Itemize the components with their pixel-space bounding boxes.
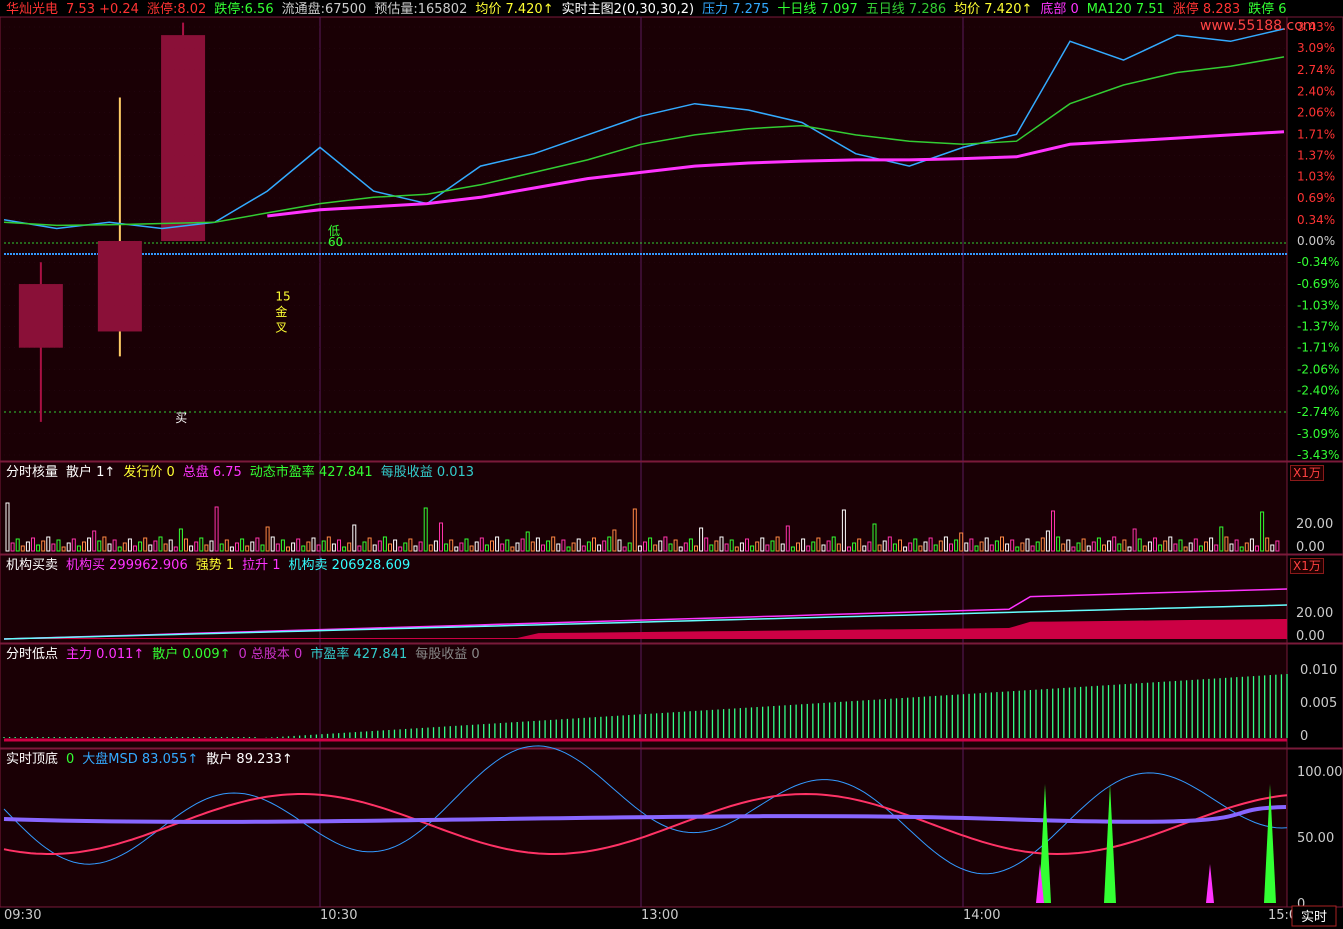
panel-4-header: 实时顶底 0 大盘MSD 83.055↑ 散户 89.233↑: [6, 751, 301, 769]
main-y-tick: -0.69%: [1297, 277, 1339, 291]
main-annotation: 金: [275, 304, 287, 319]
panel-1-header: 分时核量 散户 1↑ 发行价 0 总盘 6.75 动态市盈率 427.841 每股收益 0…: [6, 464, 482, 482]
main-annotation: 15: [275, 289, 290, 303]
main-header-item: 涨停 8.283: [1172, 2, 1241, 17]
main-y-tick: 2.40%: [1297, 84, 1335, 98]
main-y-tick: -1.03%: [1297, 298, 1339, 312]
panel-y-tick: 0.00: [1296, 540, 1325, 555]
main-header-item: 底部 0: [1040, 2, 1079, 17]
main-y-tick: 1.03%: [1297, 170, 1335, 184]
main-y-tick: 2.06%: [1297, 105, 1335, 119]
candle-body: [97, 241, 142, 332]
main-header-item: 十日线 7.097: [777, 2, 858, 17]
main-annotation: 买: [175, 411, 187, 425]
panel-4-header-item: 散户 89.233↑: [206, 752, 293, 767]
watermark: www.55188.com: [1200, 18, 1316, 34]
main-y-tick: 0.69%: [1297, 191, 1335, 205]
main-header: 华灿光电 7.53 +0.24 涨停:8.02 跌停:6.56 流通盘:67500 预估量…: [6, 1, 1295, 19]
main-header-item: 7.53 +0.24: [66, 2, 139, 17]
main-y-tick: 2.74%: [1297, 63, 1335, 77]
main-header-item: 五日线 7.286: [865, 2, 947, 17]
main-y-tick: 3.09%: [1297, 41, 1335, 55]
main-annotation: 叉: [275, 320, 287, 334]
panel-1-header-item: 每股收益 0.013: [380, 465, 475, 480]
candle-body: [18, 284, 63, 348]
main-header-item: MA120 7.51: [1086, 2, 1165, 17]
panel-4-header-item: 大盘MSD 83.055↑: [82, 752, 199, 767]
main-y-tick: -1.37%: [1297, 319, 1339, 333]
unit-tag: X1万: [1290, 465, 1324, 481]
main-header-item: 流通盘:67500: [281, 2, 367, 17]
panel-1-header-item: 动态市盈率 427.841: [249, 465, 373, 480]
panel-4-header-item: 0: [66, 752, 75, 767]
panel-3-header: 分时低点 主力 0.011↑ 散户 0.009↑ 0 总股本 0 市盈率 427.841…: [6, 646, 488, 664]
main-annotation: 60: [328, 235, 343, 249]
main-y-tick: -2.06%: [1297, 363, 1339, 377]
panel-2-header-item: 机构买卖: [6, 558, 59, 573]
panel-1-header-item: 发行价 0: [123, 465, 175, 480]
panel-3-header-item: 0 总股本 0: [238, 647, 303, 662]
panel-2-header: 机构买卖 机构买 299962.906 强势 1 拉升 1 机构卖 206928.609: [6, 557, 418, 575]
main-y-tick: -2.74%: [1297, 405, 1339, 419]
panel-y-tick: 20.00: [1296, 517, 1333, 532]
panel-2-header-item: 强势 1: [195, 558, 235, 573]
panel-4-bg: [0, 748, 1288, 908]
main-y-tick: 1.71%: [1297, 127, 1335, 141]
panel-y-tick: 0.010: [1300, 663, 1337, 678]
panel-2-header-item: 机构买 299962.906: [66, 558, 188, 573]
panel-y-tick: 0: [1300, 729, 1308, 744]
main-header-item: 压力 7.275: [702, 2, 770, 17]
panel-y-tick: 0.005: [1300, 696, 1337, 711]
main-header-item: 实时主图2(0,30,30,2): [561, 2, 695, 17]
panel-3-header-item: 主力 0.011↑: [66, 647, 145, 662]
unit-tag: X1万: [1290, 558, 1324, 574]
main-header-item: 涨停:8.02: [146, 2, 207, 17]
candle-body: [161, 35, 206, 242]
time-label: 09:30: [4, 908, 41, 923]
panel-4-header-item: 实时顶底: [6, 752, 59, 767]
time-label: 10:30: [320, 908, 357, 923]
main-y-tick: 1.37%: [1297, 149, 1335, 163]
panel-y-tick: 0.00: [1296, 629, 1325, 644]
time-label: 14:00: [963, 908, 1000, 923]
panel-y-tick: 20.00: [1296, 606, 1333, 621]
main-y-tick: -3.09%: [1297, 427, 1339, 441]
panel-3-header-item: 每股收益 0: [415, 647, 480, 662]
main-y-tick: 0.00%: [1297, 234, 1335, 248]
main-header-item: 跌停:6.56: [214, 2, 274, 17]
realtime-tag: 实时: [1301, 910, 1327, 925]
main-header-item: 均价 7.420↑: [954, 2, 1033, 17]
main-y-tick: -1.71%: [1297, 341, 1339, 355]
main-y-tick: -2.40%: [1297, 384, 1339, 398]
panel-y-tick: 50.00: [1297, 831, 1334, 846]
panel-2-header-item: 机构卖 206928.609: [288, 558, 411, 573]
main-y-tick: -3.43%: [1297, 448, 1339, 462]
panel-y-tick: 100.00: [1297, 765, 1343, 780]
main-header-item: 预估量:165802: [374, 2, 468, 17]
main-header-item: 跌停 6: [1248, 2, 1287, 17]
panel-2-header-item: 拉升 1: [242, 558, 281, 573]
panel-3-header-item: 市盈率 427.841: [310, 647, 408, 662]
time-label: 13:00: [641, 908, 678, 923]
panel-3-header-item: 分时低点: [6, 647, 59, 662]
panel-1-header-item: 总盘 6.75: [182, 465, 242, 480]
panel-1-header-item: 分时核量: [6, 465, 59, 480]
main-header-item: 均价 7.420↑: [475, 2, 554, 17]
main-y-tick: 0.34%: [1297, 213, 1335, 227]
main-y-tick: -0.34%: [1297, 255, 1339, 269]
panel-3-header-item: 散户 0.009↑: [152, 647, 231, 662]
main-header-item: 华灿光电: [6, 2, 59, 17]
panel-1-header-item: 散户 1↑: [66, 465, 116, 480]
